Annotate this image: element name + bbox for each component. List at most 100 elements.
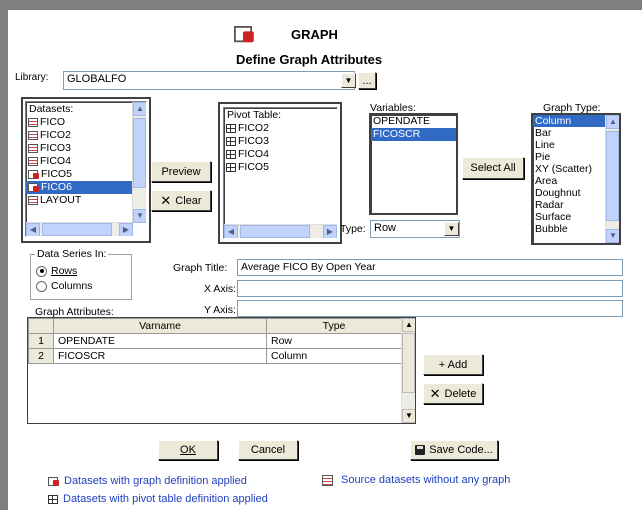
y-axis-label: Y Axis: <box>204 304 236 316</box>
scroll-up-arrow-icon[interactable]: ▲ <box>402 318 415 332</box>
library-value: GLOBALFO <box>67 73 127 85</box>
variables-list[interactable]: OPENDATE FICOSCR <box>369 113 458 215</box>
dataset-item[interactable]: FICO2 <box>26 129 132 142</box>
library-dropdown-arrow-icon[interactable]: ▼ <box>341 73 356 88</box>
scroll-down-arrow-icon[interactable]: ▼ <box>606 229 619 243</box>
graph-type-vscrollbar[interactable]: ▲ ▼ <box>605 115 619 243</box>
scroll-left-arrow-icon[interactable]: ◀ <box>224 225 238 238</box>
graph-title-input[interactable]: Average FICO By Open Year <box>237 259 623 276</box>
graph-dataset-icon <box>48 476 59 486</box>
datasets-list[interactable]: Datasets: FICO FICO2 FICO3 FICO4 FICO5 FICO6 L… <box>25 101 147 237</box>
legend-source: Source datasets without any graph <box>322 474 510 486</box>
ok-label: OK <box>180 444 196 456</box>
pivot-item[interactable]: FICO4 <box>224 148 337 161</box>
save-code-label: Save Code... <box>429 444 493 456</box>
legend-graph-text: Datasets with graph definition applied <box>64 475 247 487</box>
graph-type-list[interactable]: Column Bar Line Pie XY (Scatter) Area Doughnut… <box>531 113 621 245</box>
library-label: Library: <box>15 72 49 83</box>
scroll-right-arrow-icon[interactable]: ▶ <box>119 223 133 236</box>
type-cell[interactable]: Column <box>266 348 402 364</box>
ok-button[interactable]: OK <box>158 440 218 460</box>
save-code-button[interactable]: Save Code... <box>410 440 498 460</box>
datasets-items: FICO FICO2 FICO3 FICO4 FICO5 FICO6 LAYOUT <box>26 116 146 207</box>
graph-type-item[interactable]: Pie <box>533 151 605 163</box>
variable-item[interactable]: FICOSCR <box>371 128 456 141</box>
x-axis-input[interactable] <box>237 280 623 297</box>
legend-pivot-text: Datasets with pivot table definition app… <box>63 493 268 505</box>
cancel-button[interactable]: Cancel <box>238 440 298 460</box>
table-row[interactable]: 1 OPENDATE Row <box>28 333 402 349</box>
add-button[interactable]: + Add <box>423 354 483 375</box>
scroll-down-arrow-icon[interactable]: ▼ <box>133 209 146 223</box>
scroll-left-arrow-icon[interactable]: ◀ <box>26 223 40 236</box>
graph-type-item[interactable]: Bar <box>533 127 605 139</box>
source-dataset-icon <box>28 144 38 153</box>
pivot-dataset-icon <box>226 150 236 159</box>
column-header-type[interactable]: Type <box>266 318 402 334</box>
rows-radio[interactable]: Rows <box>36 265 77 277</box>
dataset-item[interactable]: FICO5 <box>26 168 132 181</box>
graph-type-item[interactable]: Line <box>533 139 605 151</box>
variable-item[interactable]: OPENDATE <box>371 115 456 128</box>
hscroll-thumb[interactable] <box>240 225 310 238</box>
source-dataset-icon <box>28 131 38 140</box>
scroll-thumb[interactable] <box>606 131 619 221</box>
pivot-dataset-icon <box>48 494 58 504</box>
columns-radio[interactable]: Columns <box>36 280 92 292</box>
legend-source-text: Source datasets without any graph <box>341 474 511 486</box>
attributes-vscrollbar[interactable]: ▲ ▼ <box>401 318 415 423</box>
graph-dataset-icon <box>28 183 39 192</box>
library-select[interactable]: GLOBALFO <box>63 71 355 90</box>
scroll-up-arrow-icon[interactable]: ▲ <box>606 115 619 129</box>
pivot-item[interactable]: FICO3 <box>224 135 337 148</box>
pivot-table-label: Pivot Table: <box>227 109 282 121</box>
varname-cell[interactable]: FICOSCR <box>53 348 267 364</box>
dataset-item-label: FICO5 <box>41 168 72 180</box>
datasets-hscrollbar[interactable]: ◀ ▶ <box>26 222 133 236</box>
library-browse-button[interactable]: ... <box>358 72 376 89</box>
delete-label: Delete <box>444 387 477 400</box>
dataset-item[interactable]: LAYOUT <box>26 194 132 207</box>
dataset-item[interactable]: FICO3 <box>26 142 132 155</box>
type-cell[interactable]: Row <box>266 333 402 349</box>
table-row[interactable]: 2 FICOSCR Column <box>28 348 402 364</box>
source-dataset-icon <box>28 157 38 166</box>
graph-type-item[interactable]: Doughnut <box>533 187 605 199</box>
table-corner <box>28 318 54 334</box>
pivot-table-list[interactable]: Pivot Table: FICO2 FICO3 FICO4 FICO5 ◀ ▶ <box>223 107 338 239</box>
scroll-thumb[interactable] <box>133 118 146 188</box>
dataset-item[interactable]: FICO6 <box>26 181 132 194</box>
type-value: Row <box>374 222 397 234</box>
graph-dialog: GRAPH Define Graph Attributes Library: G… <box>8 10 642 510</box>
pivot-item[interactable]: FICO5 <box>224 161 337 174</box>
select-all-button[interactable]: Select All <box>462 157 524 179</box>
dataset-item[interactable]: FICO <box>26 116 132 129</box>
scroll-up-arrow-icon[interactable]: ▲ <box>133 102 146 116</box>
graph-type-item[interactable]: Surface <box>533 211 605 223</box>
pivot-item[interactable]: FICO2 <box>224 122 337 135</box>
varname-cell[interactable]: OPENDATE <box>53 333 267 349</box>
hscroll-thumb[interactable] <box>42 223 112 236</box>
graph-type-item[interactable]: XY (Scatter) <box>533 163 605 175</box>
scroll-right-arrow-icon[interactable]: ▶ <box>323 225 337 238</box>
dataset-item[interactable]: FICO4 <box>26 155 132 168</box>
type-dropdown-arrow-icon[interactable]: ▼ <box>444 222 459 236</box>
graph-type-item[interactable]: Column <box>533 115 605 127</box>
pivot-hscrollbar[interactable]: ◀ ▶ <box>224 224 337 238</box>
scroll-down-arrow-icon[interactable]: ▼ <box>402 409 415 423</box>
graph-type-item[interactable]: Radar <box>533 199 605 211</box>
graph-type-item[interactable]: Bubble <box>533 223 605 235</box>
graph-type-item[interactable]: Area <box>533 175 605 187</box>
clear-button[interactable]: ✕ Clear <box>151 190 211 211</box>
delete-button[interactable]: ✕ Delete <box>423 383 483 404</box>
y-axis-input[interactable] <box>237 300 623 317</box>
source-dataset-icon <box>322 474 333 486</box>
add-label: + Add <box>438 358 468 371</box>
datasets-vscrollbar[interactable]: ▲ ▼ <box>132 102 146 223</box>
dataset-item-label: FICO6 <box>41 181 72 193</box>
column-header-varname[interactable]: Varname <box>53 318 267 334</box>
dataset-item-label: FICO4 <box>40 155 71 167</box>
preview-button[interactable]: Preview <box>151 161 211 182</box>
type-label: Type: <box>340 223 366 235</box>
scroll-thumb[interactable] <box>402 333 415 393</box>
